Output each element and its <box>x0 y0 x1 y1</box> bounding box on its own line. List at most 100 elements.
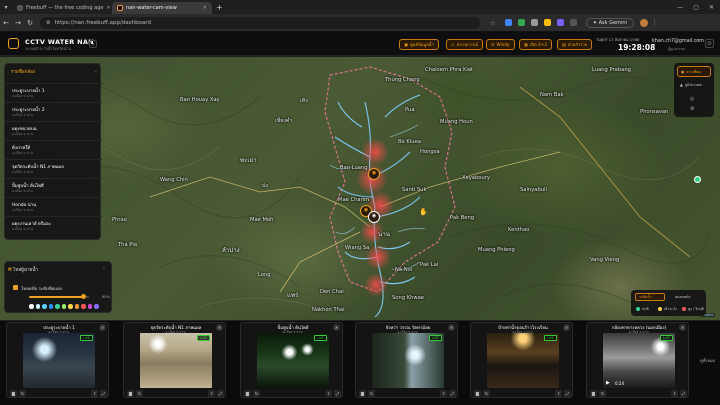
camera-feed[interactable]: LIVE <box>23 333 95 388</box>
opacity-slider-handle[interactable] <box>80 294 86 299</box>
extension-icon[interactable] <box>556 19 564 26</box>
tab-freebuff[interactable]: Freebuff — the free coding age ✕ <box>12 2 112 14</box>
reload-icon[interactable]: ↻ <box>24 19 36 27</box>
extension-icon[interactable] <box>543 19 551 26</box>
close-icon[interactable]: ✕ <box>216 324 223 331</box>
open-grid-button[interactable]: ▦ เปิด 4+3 <box>519 39 552 50</box>
color-swatch[interactable] <box>48 304 53 309</box>
tab-nan-water-cam[interactable]: nan-water-cam-view ✕ <box>112 2 212 14</box>
close-icon[interactable]: ✕ <box>448 324 455 331</box>
list-item[interactable]: ดิ่งภาคใต้ อ.เมือง จ.น่าน <box>5 140 102 159</box>
fullscreen-icon[interactable]: ⤢ <box>680 390 687 397</box>
close-tab-icon[interactable]: ✕ <box>106 5 110 11</box>
snapshot-icon[interactable]: ◙ <box>10 390 17 397</box>
camera-feed[interactable]: LIVE <box>487 333 559 388</box>
close-icon[interactable]: ✕ <box>563 324 570 331</box>
refresh-icon[interactable]: ↻ <box>483 390 490 397</box>
play-icon[interactable]: ▶ <box>606 380 610 386</box>
snapshot-icon[interactable]: ◙ <box>127 390 134 397</box>
close-icon[interactable]: ✕ <box>333 324 340 331</box>
share-icon[interactable]: ⇪ <box>440 390 447 397</box>
refresh-icon[interactable]: ↻ <box>136 390 143 397</box>
refresh-icon[interactable]: ↻ <box>368 390 375 397</box>
windy-button[interactable]: ≋ Windy <box>486 39 515 50</box>
fullscreen-icon[interactable]: ⤢ <box>217 390 224 397</box>
close-tab-icon[interactable]: ✕ <box>203 5 207 11</box>
camera-card[interactable]: จังหว่า วรรณ วัดท่าม้อย อ.เมือง จ.น่าน ✕ LI… <box>355 322 458 398</box>
back-icon[interactable]: ← <box>0 19 12 27</box>
tab-search-icon[interactable]: ▾ <box>0 4 12 11</box>
collapse-icon[interactable]: › <box>103 266 105 272</box>
red-level-checkbox[interactable] <box>13 285 18 290</box>
satellite-button[interactable]: ▣ ดาวเทียม <box>677 66 711 77</box>
camera-marker[interactable]: ◉ <box>368 168 380 180</box>
share-icon[interactable]: ⇪ <box>555 390 562 397</box>
color-swatch[interactable] <box>68 304 73 309</box>
view-all-button[interactable]: ดูทั้งหมด <box>700 357 715 364</box>
camera-card[interactable]: ปั้มสูบน้ำ ต้นไพสี อ.เมือง จ.น่าน ✕ LIVE ◙ ↻ ⇪… <box>240 322 343 398</box>
minimize-icon[interactable]: — <box>677 4 683 11</box>
site-info-icon[interactable]: ⚙ <box>46 20 50 26</box>
survey-button[interactable]: ▤ ฝ่ายสำรวจ <box>557 39 593 50</box>
extension-icon[interactable] <box>569 19 577 26</box>
fullscreen-icon[interactable]: ⤢ <box>334 390 341 397</box>
extension-icon[interactable] <box>530 19 538 26</box>
camera-card[interactable]: กล้องท่าทางหลวง (นอกเมือง) อ.เมือง จ.น่าน… <box>586 322 689 398</box>
list-item[interactable]: จุดวัดระดับน้ำ N1 ภาพแผล อ.เมือง จ.น่าน <box>5 159 102 178</box>
opacity-slider[interactable] <box>29 294 89 299</box>
list-item[interactable]: ผดุงขนาดบน อ.เมือง จ.น่าน <box>5 121 102 140</box>
color-swatch[interactable] <box>61 304 66 309</box>
share-icon[interactable]: ⇪ <box>325 390 332 397</box>
profile-avatar[interactable] <box>639 18 648 27</box>
list-item[interactable]: ประตูระบายน้ำ 2 อ.เมือง จ.น่าน <box>5 102 102 121</box>
refresh-icon[interactable]: ↻ <box>19 390 26 397</box>
user-location-marker[interactable] <box>694 176 701 183</box>
snapshot-icon[interactable]: ◙ <box>244 390 251 397</box>
list-item[interactable]: Honda น่าน อ.เมือง จ.น่าน <box>5 197 102 216</box>
bookmark-star-icon[interactable]: ☆ <box>490 19 496 27</box>
camera-marker[interactable]: ◉ <box>368 211 380 223</box>
color-swatch[interactable] <box>29 304 34 309</box>
share-icon[interactable]: ⇪ <box>91 390 98 397</box>
ask-gemini-button[interactable]: ✦ Ask Gemini <box>585 17 634 28</box>
close-icon[interactable]: ✕ <box>679 324 686 331</box>
snapshot-icon[interactable]: ◙ <box>359 390 366 397</box>
color-swatch[interactable] <box>94 304 99 309</box>
extension-icon[interactable] <box>517 19 525 26</box>
camera-feed[interactable]: LIVE <box>140 333 212 388</box>
color-swatch[interactable] <box>42 304 47 309</box>
share-icon[interactable]: ⇪ <box>671 390 678 397</box>
new-tab-icon[interactable]: + <box>216 3 223 12</box>
camera-card[interactable]: ป้ายท่าน้ำดอนร้าวโรงเรียน อ.เมือง จ.น่าน ✕… <box>470 322 573 398</box>
fullscreen-icon[interactable]: ⤢ <box>100 390 107 397</box>
snapshot-icon[interactable]: ◙ <box>474 390 481 397</box>
water-data-button[interactable]: ▣ ศูนย์ข้อมูลน้ำ <box>399 39 439 50</box>
extension-icon[interactable] <box>504 19 512 26</box>
more-menu-icon[interactable]: ⋮ <box>652 19 658 26</box>
address-bar[interactable]: ⚙ https://nan.freebuff.app/dashboard <box>40 16 480 29</box>
terrain-button[interactable]: ▲ ภูมิประเทศ <box>677 79 711 90</box>
fullscreen-icon[interactable]: ⤢ <box>564 390 571 397</box>
share-icon[interactable]: ⇪ <box>208 390 215 397</box>
situation-button[interactable]: ⚠ สถานการณ์ <box>446 39 484 50</box>
color-swatch[interactable] <box>35 304 40 309</box>
camera-feed[interactable]: LIVE <box>257 333 329 388</box>
color-swatch[interactable] <box>74 304 79 309</box>
list-item[interactable]: ปั้มสูบน้ำ ต้นไพสี อ.เมือง จ.น่าน <box>5 178 102 197</box>
camera-card[interactable]: จุดวัดระดับน้ำ N1 ภาพแผล อ.เมือง จ.น่าน ✕ L… <box>123 322 226 398</box>
locate-icon[interactable]: ◎ <box>690 96 694 102</box>
color-swatch[interactable] <box>87 304 92 309</box>
window-close-icon[interactable]: ✕ <box>709 4 714 11</box>
color-swatch[interactable] <box>81 304 86 309</box>
refresh-icon[interactable]: ↻ <box>599 390 606 397</box>
list-item[interactable]: ประตูระบายน้ำ 1 อ.เมือง จ.น่าน <box>5 83 102 102</box>
snapshot-icon[interactable]: ◙ <box>590 390 597 397</box>
forward-icon[interactable]: → <box>12 19 24 27</box>
external-link-icon[interactable]: ↗ <box>89 40 97 48</box>
close-icon[interactable]: ✕ <box>99 324 106 331</box>
list-item[interactable]: ผดุงงานเฮาส์ ดรีมอะ อ.เมือง จ.น่าน <box>5 216 102 235</box>
logout-icon[interactable]: ⏻ <box>705 39 714 48</box>
camera-card[interactable]: ประตูระบายน้ำ 1 อ.เมือง จ.น่าน ✕ LIVE ◙ ↻ ⇪ ⤢ <box>6 322 109 398</box>
camera-feed[interactable]: LIVE <box>372 333 444 388</box>
collapse-icon[interactable]: ‹ <box>95 69 97 75</box>
